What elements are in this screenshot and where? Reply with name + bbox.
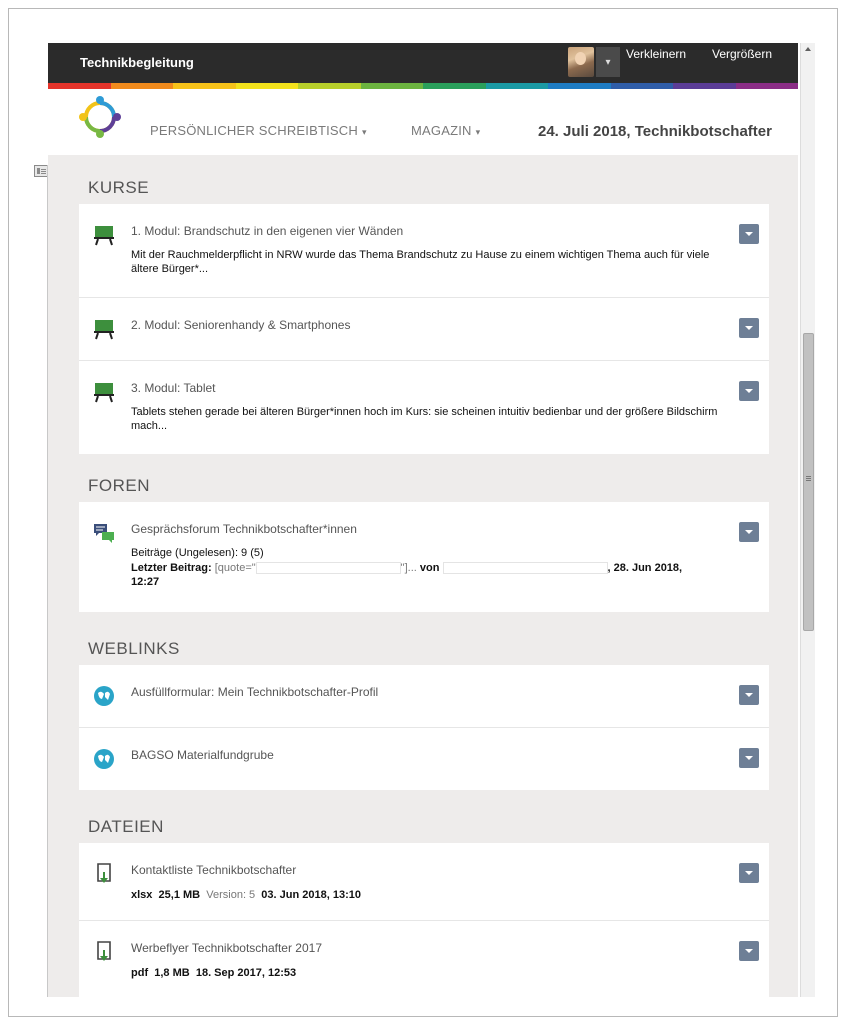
forum-chat-icon <box>94 524 114 543</box>
file-date: 03. Jun 2018, 13:10 <box>261 889 361 901</box>
chalkboard-icon <box>94 320 114 340</box>
course-actions-button[interactable] <box>739 224 759 244</box>
file-actions-button[interactable] <box>739 863 759 883</box>
forum-unread-count: Beiträge (Ungelesen): 9 (5) <box>131 547 264 559</box>
weblink-icon <box>94 749 114 769</box>
nav-personal-desk-label: PERSÖNLICHER SCHREIBTISCH <box>150 123 358 138</box>
course-description: Tablets stehen gerade bei älteren Bürger… <box>131 406 718 432</box>
last-post-quote: [quote=" <box>214 562 256 574</box>
chalkboard-icon <box>94 226 114 246</box>
file-download-icon <box>97 863 111 883</box>
page-title: 24. Juli 2018, Technikbotschafter <box>538 123 772 140</box>
chevron-down-icon: ▾ <box>475 127 481 137</box>
redacted-author <box>442 562 608 575</box>
user-avatar[interactable] <box>568 47 594 77</box>
course-actions-button[interactable] <box>739 318 759 338</box>
file-download-icon <box>97 941 111 961</box>
weblink-icon <box>94 686 114 706</box>
brand-name[interactable]: Technikbegleitung <box>80 55 194 70</box>
zoom-out-link[interactable]: Verkleinern <box>626 47 686 61</box>
forum-actions-button[interactable] <box>739 522 759 542</box>
forum-last-post: Letzter Beitrag: [quote=" "]... von , 28.… <box>131 561 731 589</box>
weblink-actions-button[interactable] <box>739 748 759 768</box>
nav-personal-desk[interactable]: PERSÖNLICHER SCHREIBTISCH ▾ <box>150 123 367 138</box>
weblink-card[interactable]: BAGSO Materialfundgrube <box>79 728 769 790</box>
course-title[interactable]: 2. Modul: Seniorenhandy & Smartphones <box>131 318 350 332</box>
section-title-weblinks: WEBLINKS <box>88 639 180 658</box>
vertical-scrollbar[interactable] <box>800 43 815 997</box>
scrollbar-thumb[interactable] <box>803 333 814 631</box>
sidebar-toggle-icon[interactable] <box>34 165 48 177</box>
page-viewport: Technikbegleitung ▾ Verkleinern Vergröße… <box>48 43 798 997</box>
course-title[interactable]: 3. Modul: Tablet <box>131 381 216 395</box>
course-card[interactable]: 1. Modul: Brandschutz in den eigenen vie… <box>79 204 769 298</box>
avatar-menu-button[interactable]: ▾ <box>596 47 620 77</box>
course-card[interactable]: 3. Modul: Tablet Tablets stehen gerade b… <box>79 361 769 454</box>
main-header: PERSÖNLICHER SCHREIBTISCH ▾ MAGAZIN ▾ 24. … <box>48 89 798 155</box>
course-card[interactable]: 2. Modul: Seniorenhandy & Smartphones <box>79 298 769 361</box>
course-description: Mit der Rauchmelderpflicht in NRW wurde … <box>131 249 710 275</box>
section-title-kurse: KURSE <box>88 178 150 197</box>
redacted-quote <box>255 562 401 575</box>
weblink-title[interactable]: Ausfüllformular: Mein Technikbotschafter… <box>131 685 378 699</box>
file-type: xlsx <box>131 889 153 901</box>
file-size: 1,8 MB <box>154 967 190 979</box>
file-version: Version: 5 <box>206 889 256 901</box>
forum-card[interactable]: Gesprächsforum Technikbotschafter*innen … <box>79 502 769 612</box>
files-list: Kontaktliste Technikbotschafter xlsx 25,… <box>79 843 769 997</box>
last-post-by: von <box>419 562 440 574</box>
file-title[interactable]: Werbeflyer Technikbotschafter 2017 <box>131 941 322 955</box>
section-title-foren: FOREN <box>88 476 150 495</box>
course-title[interactable]: 1. Modul: Brandschutz in den eigenen vie… <box>131 224 403 238</box>
top-bar: Technikbegleitung ▾ Verkleinern Vergröße… <box>48 43 798 83</box>
nav-magazin[interactable]: MAGAZIN ▾ <box>411 123 480 138</box>
zoom-in-link[interactable]: Vergrößern <box>712 47 772 61</box>
weblink-title[interactable]: BAGSO Materialfundgrube <box>131 748 274 762</box>
file-size: 25,1 MB <box>158 889 201 901</box>
forums-list: Gesprächsforum Technikbotschafter*innen … <box>79 502 769 612</box>
chevron-down-icon: ▾ <box>361 127 367 137</box>
scroll-up-arrow-icon[interactable] <box>805 47 811 51</box>
course-actions-button[interactable] <box>739 381 759 401</box>
nav-magazin-label: MAGAZIN <box>411 123 472 138</box>
last-post-time: 12:27 <box>131 576 160 588</box>
courses-list: 1. Modul: Brandschutz in den eigenen vie… <box>79 204 769 454</box>
last-post-date: , 28. Jun 2018, <box>607 562 683 574</box>
weblinks-list: Ausfüllformular: Mein Technikbotschafter… <box>79 665 769 790</box>
chalkboard-icon <box>94 383 114 403</box>
last-post-quote-end: "]... <box>400 562 417 574</box>
file-date: 18. Sep 2017, 12:53 <box>195 967 297 979</box>
site-logo-icon[interactable] <box>78 95 122 139</box>
weblink-actions-button[interactable] <box>739 685 759 705</box>
last-post-label: Letzter Beitrag: <box>131 562 212 574</box>
weblink-card[interactable]: Ausfüllformular: Mein Technikbotschafter… <box>79 665 769 728</box>
file-title[interactable]: Kontaktliste Technikbotschafter <box>131 863 296 877</box>
forum-title[interactable]: Gesprächsforum Technikbotschafter*innen <box>131 522 357 536</box>
file-actions-button[interactable] <box>739 941 759 961</box>
file-meta: xlsx 25,1 MB Version: 5 03. Jun 2018, 13… <box>131 889 361 901</box>
file-type: pdf <box>131 967 149 979</box>
file-meta: pdf 1,8 MB 18. Sep 2017, 12:53 <box>131 967 296 979</box>
section-title-dateien: DATEIEN <box>88 817 164 836</box>
file-card[interactable]: Kontaktliste Technikbotschafter xlsx 25,… <box>79 843 769 921</box>
file-card[interactable]: Werbeflyer Technikbotschafter 2017 pdf 1… <box>79 921 769 997</box>
